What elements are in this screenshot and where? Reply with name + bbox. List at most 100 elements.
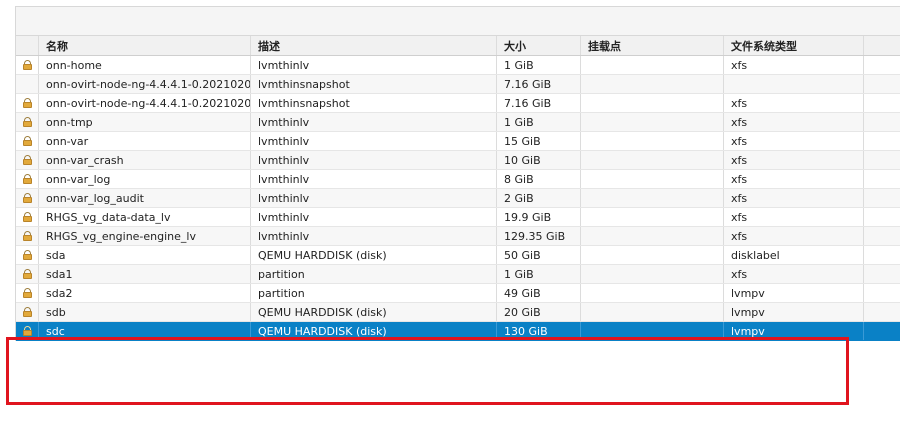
row-name: onn-tmp bbox=[39, 113, 251, 131]
row-name: onn-var_log bbox=[39, 170, 251, 188]
row-size: 10 GiB bbox=[497, 151, 581, 169]
table-row[interactable]: onn-var_crash lvmthinlv 10 GiB xfs bbox=[16, 151, 900, 170]
row-name: onn-ovirt-node-ng-4.4.4.1-0.20210208.0 bbox=[39, 75, 251, 93]
row-extra bbox=[864, 284, 900, 302]
header-mount-point[interactable]: 挂载点 bbox=[581, 36, 724, 55]
row-name: RHGS_vg_engine-engine_lv bbox=[39, 227, 251, 245]
table-row[interactable]: onn-home lvmthinlv 1 GiB xfs bbox=[16, 56, 900, 75]
header-description[interactable]: 描述 bbox=[251, 36, 497, 55]
row-name: sda bbox=[39, 246, 251, 264]
row-description: lvmthinlv bbox=[251, 151, 497, 169]
highlight-box bbox=[6, 337, 849, 405]
row-filesystem-type: lvmpv bbox=[724, 322, 864, 340]
device-table: 名称 描述 大小 挂载点 文件系统类型 onn-home lvmthinlv 1 G… bbox=[15, 36, 900, 341]
row-lock-cell bbox=[16, 227, 39, 245]
row-filesystem-type: xfs bbox=[724, 151, 864, 169]
row-size: 7.16 GiB bbox=[497, 94, 581, 112]
row-mount-point bbox=[581, 151, 724, 169]
row-extra bbox=[864, 56, 900, 74]
row-extra bbox=[864, 246, 900, 264]
row-mount-point bbox=[581, 56, 724, 74]
row-lock-cell bbox=[16, 56, 39, 74]
table-row[interactable]: onn-ovirt-node-ng-4.4.4.1-0.20210208.0+1… bbox=[16, 94, 900, 113]
row-mount-point bbox=[581, 189, 724, 207]
row-lock-cell bbox=[16, 284, 39, 302]
row-description: QEMU HARDDISK (disk) bbox=[251, 303, 497, 321]
row-mount-point bbox=[581, 94, 724, 112]
row-description: lvmthinlv bbox=[251, 56, 497, 74]
lock-icon bbox=[22, 231, 32, 241]
lock-icon bbox=[22, 212, 32, 222]
header-filesystem-type[interactable]: 文件系统类型 bbox=[724, 36, 864, 55]
table-header: 名称 描述 大小 挂载点 文件系统类型 bbox=[16, 36, 900, 56]
header-lock-column[interactable] bbox=[16, 36, 39, 55]
row-lock-cell bbox=[16, 246, 39, 264]
row-lock-cell bbox=[16, 322, 39, 340]
table-row[interactable]: sda2 partition 49 GiB lvmpv bbox=[16, 284, 900, 303]
row-name: onn-var bbox=[39, 132, 251, 150]
table-row[interactable]: RHGS_vg_data-data_lv lvmthinlv 19.9 GiB xfs bbox=[16, 208, 900, 227]
row-size: 130 GiB bbox=[497, 322, 581, 340]
row-size: 50 GiB bbox=[497, 246, 581, 264]
row-name: sdb bbox=[39, 303, 251, 321]
row-mount-point bbox=[581, 170, 724, 188]
lock-icon bbox=[22, 288, 32, 298]
table-row[interactable]: sdb QEMU HARDDISK (disk) 20 GiB lvmpv bbox=[16, 303, 900, 322]
row-size: 1 GiB bbox=[497, 113, 581, 131]
row-description: lvmthinsnapshot bbox=[251, 75, 497, 93]
row-extra bbox=[864, 265, 900, 283]
row-filesystem-type: xfs bbox=[724, 265, 864, 283]
row-lock-cell bbox=[16, 94, 39, 112]
row-filesystem-type: xfs bbox=[724, 94, 864, 112]
row-name: onn-var_crash bbox=[39, 151, 251, 169]
row-lock-cell bbox=[16, 303, 39, 321]
lock-icon bbox=[22, 193, 32, 203]
header-size[interactable]: 大小 bbox=[497, 36, 581, 55]
lock-icon bbox=[22, 60, 32, 70]
row-description: partition bbox=[251, 265, 497, 283]
table-row[interactable]: sdc QEMU HARDDISK (disk) 130 GiB lvmpv bbox=[16, 322, 900, 341]
row-extra bbox=[864, 322, 900, 340]
table-row[interactable]: sda1 partition 1 GiB xfs bbox=[16, 265, 900, 284]
row-extra bbox=[864, 151, 900, 169]
row-mount-point bbox=[581, 208, 724, 226]
row-extra bbox=[864, 227, 900, 245]
table-row[interactable]: onn-ovirt-node-ng-4.4.4.1-0.20210208.0 lv… bbox=[16, 75, 900, 94]
row-extra bbox=[864, 303, 900, 321]
lock-icon bbox=[22, 136, 32, 146]
row-mount-point bbox=[581, 246, 724, 264]
row-filesystem-type: lvmpv bbox=[724, 284, 864, 302]
table-row[interactable]: onn-var lvmthinlv 15 GiB xfs bbox=[16, 132, 900, 151]
row-filesystem-type: xfs bbox=[724, 227, 864, 245]
row-size: 2 GiB bbox=[497, 189, 581, 207]
row-description: QEMU HARDDISK (disk) bbox=[251, 246, 497, 264]
table-row[interactable]: onn-var_log_audit lvmthinlv 2 GiB xfs bbox=[16, 189, 900, 208]
row-extra bbox=[864, 189, 900, 207]
row-description: lvmthinlv bbox=[251, 132, 497, 150]
header-extra bbox=[864, 36, 900, 55]
row-description: lvmthinsnapshot bbox=[251, 94, 497, 112]
lock-icon bbox=[22, 307, 32, 317]
row-size: 1 GiB bbox=[497, 265, 581, 283]
row-size: 8 GiB bbox=[497, 170, 581, 188]
row-size: 7.16 GiB bbox=[497, 75, 581, 93]
table-row[interactable]: sda QEMU HARDDISK (disk) 50 GiB disklabel bbox=[16, 246, 900, 265]
row-lock-cell bbox=[16, 170, 39, 188]
lock-icon bbox=[22, 117, 32, 127]
row-lock-cell bbox=[16, 132, 39, 150]
lock-icon bbox=[22, 269, 32, 279]
row-mount-point bbox=[581, 113, 724, 131]
table-row[interactable]: onn-var_log lvmthinlv 8 GiB xfs bbox=[16, 170, 900, 189]
row-description: QEMU HARDDISK (disk) bbox=[251, 322, 497, 340]
row-description: lvmthinlv bbox=[251, 170, 497, 188]
row-extra bbox=[864, 132, 900, 150]
row-description: lvmthinlv bbox=[251, 113, 497, 131]
row-lock-cell bbox=[16, 75, 39, 93]
header-name[interactable]: 名称 bbox=[39, 36, 251, 55]
table-row[interactable]: onn-tmp lvmthinlv 1 GiB xfs bbox=[16, 113, 900, 132]
lock-icon bbox=[22, 326, 32, 336]
table-body: onn-home lvmthinlv 1 GiB xfs onn-ovirt-node-… bbox=[16, 56, 900, 341]
table-row[interactable]: RHGS_vg_engine-engine_lv lvmthinlv 129.35 … bbox=[16, 227, 900, 246]
row-size: 15 GiB bbox=[497, 132, 581, 150]
row-name: RHGS_vg_data-data_lv bbox=[39, 208, 251, 226]
